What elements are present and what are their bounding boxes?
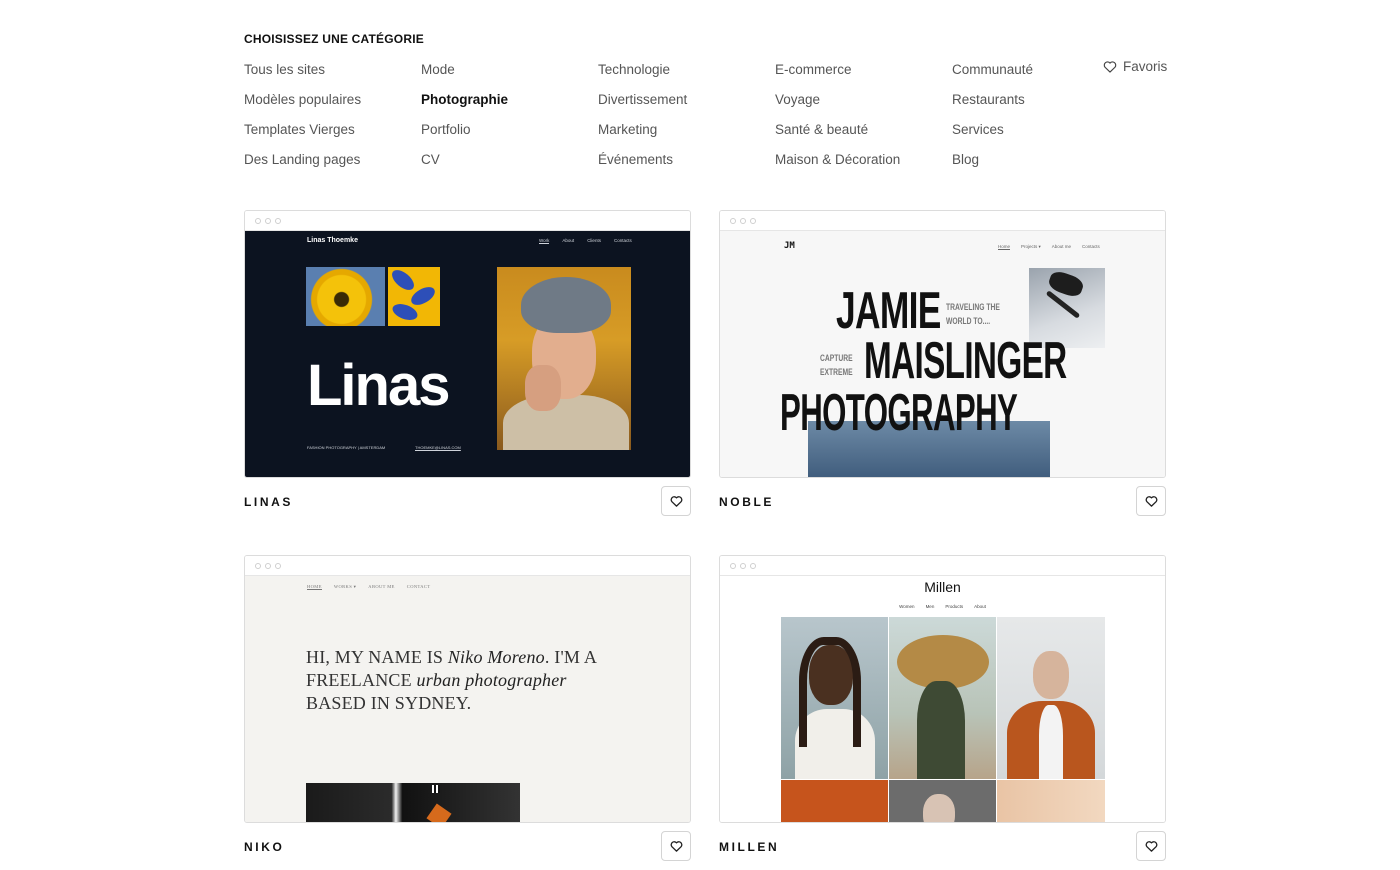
favorite-button[interactable]	[661, 831, 691, 861]
preview-nav-item: Clients	[587, 238, 601, 243]
category-item[interactable]: Tous les sites	[244, 60, 421, 90]
preview-nav-item: Contacts	[1082, 244, 1100, 249]
preview-nav: Women Men Products About	[720, 604, 1165, 609]
preview-headline-line1: JAMIE	[836, 282, 941, 340]
preview-nav-item: Contacts	[613, 238, 632, 243]
preview-tagline: TRAVELING THE WORLD TO....	[946, 302, 1000, 326]
preview-nav-item: ABOUT ME	[368, 584, 395, 589]
category-heading: CHOISISSEZ UNE CATÉGORIE	[244, 32, 424, 46]
preview-intro-text: HI, MY NAME IS Niko Moreno. I'M A FREELA…	[306, 647, 598, 713]
preview-nav: HOME WORKS ▾ ABOUT ME CONTACT	[307, 584, 431, 590]
category-item[interactable]: Mode	[421, 60, 598, 90]
template-name: LINAS	[244, 495, 293, 509]
heart-outline-icon	[1145, 496, 1157, 507]
favorites-link[interactable]: Favoris	[1103, 59, 1167, 74]
preview-nav-item: Men	[925, 604, 935, 609]
template-card-linas[interactable]: Linas Thoemke Work About Clients Contact…	[244, 210, 691, 524]
model-photo	[889, 617, 996, 779]
category-item[interactable]: Divertissement	[598, 90, 775, 120]
preview-screen: JM Home Projects ▾ About me Contacts JAM…	[720, 231, 1165, 477]
preview-brand: JM	[784, 241, 795, 251]
preview-nav-item: Work	[539, 238, 550, 244]
model-photo	[781, 780, 888, 822]
preview-nav-item: CONTACT	[406, 584, 431, 589]
preview-brand: Linas Thoemke	[307, 237, 358, 244]
preview-tagline: CAPTURE EXTREME	[820, 353, 853, 377]
preview-headline-line2: MAISLINGER	[864, 332, 1067, 390]
city-image	[306, 783, 520, 822]
template-preview[interactable]: JM Home Projects ▾ About me Contacts JAM…	[719, 210, 1166, 478]
category-item[interactable]: Modèles populaires	[244, 90, 421, 120]
category-item[interactable]: CV	[421, 150, 598, 180]
category-item[interactable]: Maison & Décoration	[775, 150, 952, 180]
heart-outline-icon	[670, 841, 682, 852]
preview-footer-email: THOEMKE@LINAS.COM	[415, 445, 461, 450]
category-item[interactable]: Communauté	[952, 60, 1102, 90]
category-item[interactable]: Technologie	[598, 60, 775, 90]
preview-screen: Millen Women Men Products About	[720, 576, 1165, 822]
heart-outline-icon	[1145, 841, 1157, 852]
template-card-niko[interactable]: HOME WORKS ▾ ABOUT ME CONTACT HI, MY NAM…	[244, 555, 691, 869]
template-preview[interactable]: HOME WORKS ▾ ABOUT ME CONTACT HI, MY NAM…	[244, 555, 691, 823]
model-photo	[889, 780, 996, 822]
preview-screen: Linas Thoemke Work About Clients Contact…	[245, 231, 690, 477]
template-card-millen[interactable]: Millen Women Men Products About MILLEN	[719, 555, 1166, 869]
preview-nav-item: Women	[899, 604, 915, 609]
preview-headline-line3: PHOTOGRAPHY	[780, 384, 1018, 442]
preview-nav: Work About Clients Contacts	[539, 238, 632, 244]
category-item[interactable]: Des Landing pages	[244, 150, 421, 180]
preview-nav-item: HOME	[307, 584, 322, 590]
category-item[interactable]: Événements	[598, 150, 775, 180]
yellow-flower-image	[306, 267, 385, 326]
portrait-image	[497, 267, 631, 450]
browser-bar	[245, 556, 690, 576]
preview-nav-item: About me	[1051, 244, 1072, 249]
template-name: MILLEN	[719, 840, 780, 854]
category-item[interactable]: E-commerce	[775, 60, 952, 90]
category-item[interactable]: Voyage	[775, 90, 952, 120]
template-card-noble[interactable]: JM Home Projects ▾ About me Contacts JAM…	[719, 210, 1166, 524]
category-item-active[interactable]: Photographie	[421, 90, 598, 120]
preview-headline: Linas	[307, 353, 450, 418]
preview-nav: Home Projects ▾ About me Contacts	[998, 244, 1100, 250]
preview-nav-item: Home	[998, 244, 1011, 250]
blue-flower-image	[388, 267, 440, 326]
heart-outline-icon	[670, 496, 682, 507]
preview-screen: HOME WORKS ▾ ABOUT ME CONTACT HI, MY NAM…	[245, 576, 690, 822]
heart-outline-icon	[1103, 61, 1117, 73]
browser-bar	[245, 211, 690, 231]
template-preview[interactable]: Linas Thoemke Work About Clients Contact…	[244, 210, 691, 478]
model-photo	[997, 617, 1105, 779]
preview-footer-text: FASHION PHOTOGRAPHY | AMSTERDAM	[307, 445, 386, 450]
category-item[interactable]: Templates Vierges	[244, 120, 421, 150]
preview-nav-item: WORKS ▾	[333, 584, 357, 589]
preview-brand: Millen	[924, 579, 961, 595]
browser-bar	[720, 211, 1165, 231]
category-item[interactable]: Blog	[952, 150, 1102, 180]
category-item[interactable]: Services	[952, 120, 1102, 150]
category-item[interactable]: Santé & beauté	[775, 120, 952, 150]
preview-nav-item: Projects ▾	[1021, 244, 1041, 249]
category-item[interactable]: Restaurants	[952, 90, 1102, 120]
template-name: NOBLE	[719, 495, 774, 509]
browser-bar	[720, 556, 1165, 576]
category-item[interactable]: Portfolio	[421, 120, 598, 150]
preview-nav-item: Products	[945, 604, 964, 609]
model-photo	[997, 780, 1105, 822]
favorite-button[interactable]	[1136, 831, 1166, 861]
favorites-label: Favoris	[1123, 59, 1168, 74]
favorite-button[interactable]	[661, 486, 691, 516]
template-name: NIKO	[244, 840, 285, 854]
preview-nav-item: About	[562, 238, 575, 243]
template-preview[interactable]: Millen Women Men Products About	[719, 555, 1166, 823]
preview-nav-item: About	[974, 604, 986, 609]
favorite-button[interactable]	[1136, 486, 1166, 516]
category-grid: Tous les sites Mode Technologie E-commer…	[244, 60, 1102, 180]
category-item[interactable]: Marketing	[598, 120, 775, 150]
model-photo	[781, 617, 888, 779]
